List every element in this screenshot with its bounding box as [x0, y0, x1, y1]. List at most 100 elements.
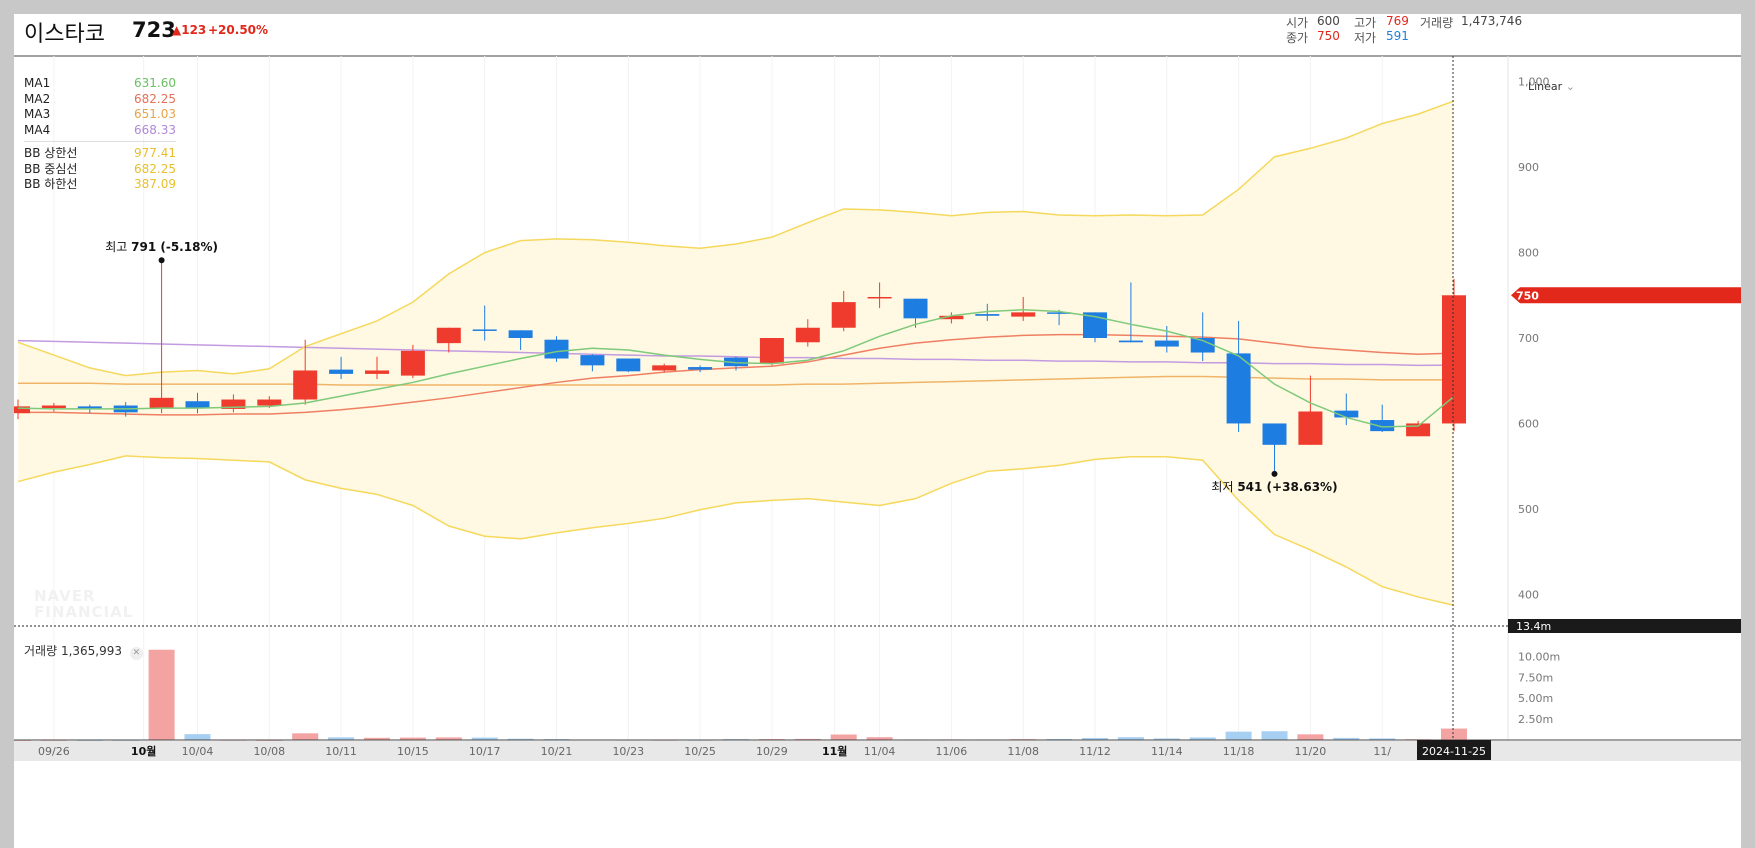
current-price: 723 [132, 18, 176, 42]
candle-body [1154, 340, 1179, 347]
candle-body [257, 399, 282, 406]
volume-value: 1,473,746 [1461, 14, 1523, 28]
open-value: 600 [1317, 14, 1340, 28]
high-marker [158, 257, 165, 264]
scale-mode-dropdown[interactable]: Linear ⌄ [1528, 80, 1575, 93]
close-value: 750 [1317, 29, 1340, 43]
volume-panel-label: 거래량 1,365,993 ✕ [24, 642, 143, 660]
x-tick-label: 09/26 [38, 745, 70, 758]
volume-bar [148, 649, 175, 740]
price-change-pct: +20.50% [208, 23, 269, 37]
candle-body [616, 358, 641, 372]
x-tick-label: 11월 [822, 744, 847, 758]
price-change: ▲123 [172, 23, 207, 37]
legend-ma1: MA1 631.60 [24, 76, 176, 90]
volume-bar [292, 733, 319, 740]
candle-body [400, 350, 425, 376]
candle-body [293, 370, 318, 400]
x-tick-label: 10월 [131, 744, 156, 758]
x-tick-label: 10/17 [469, 745, 501, 758]
legend-bb-upper: BB 상한선 977.41 [24, 146, 176, 160]
candle-body [436, 327, 461, 344]
volume-bar [1261, 731, 1288, 740]
candle-body [795, 327, 820, 343]
volume-bar [830, 734, 857, 740]
y-tick-label: 800 [1518, 247, 1539, 260]
legend-ma3: MA3 651.03 [24, 107, 176, 121]
volume-bar [1441, 728, 1467, 740]
crosshair-date: 2024-11-25 [1422, 745, 1486, 758]
close-label: 종가 [1286, 31, 1309, 45]
high-value: 769 [1386, 14, 1409, 28]
volume-tick-label: 2.50m [1518, 713, 1553, 726]
high-annotation: 최고 791 (-5.18%) [105, 240, 218, 254]
candle-body [329, 369, 354, 374]
volume-tick-label: 5.00m [1518, 692, 1553, 705]
candle-body [365, 370, 389, 374]
candle-body [1262, 423, 1287, 445]
stock-name: 이스타코 [24, 22, 105, 47]
candle-body [688, 367, 713, 370]
candle-body [1298, 411, 1323, 445]
candle-body [759, 338, 784, 364]
candle-body [1118, 340, 1143, 343]
y-tick-label: 900 [1518, 161, 1539, 174]
x-tick-label: 11/ [1373, 745, 1391, 758]
legend-divider [24, 141, 176, 142]
volume-label: 거래량 [1420, 16, 1454, 30]
candle-body [652, 365, 677, 371]
candle-body [149, 397, 174, 409]
candle-body [975, 314, 1000, 316]
x-tick-label: 11/18 [1223, 745, 1255, 758]
candle-body [508, 330, 533, 338]
x-tick-label: 10/29 [756, 745, 788, 758]
x-tick-label: 11/14 [1151, 745, 1183, 758]
x-tick-label: 11/12 [1079, 745, 1111, 758]
y-tick-label: 700 [1518, 332, 1539, 345]
stock-chart[interactable]: 최고 791 (-5.18%)최저 541 (+38.63%)1,0009008… [14, 14, 1741, 848]
x-tick-label: 11/08 [1007, 745, 1039, 758]
volume-max-badge-text: 13.4m [1516, 620, 1551, 633]
candle-body [1226, 353, 1251, 424]
candle-body [1370, 420, 1395, 432]
candle-body [831, 302, 856, 328]
legend-bb-mid: BB 중심선 682.25 [24, 161, 176, 176]
y-tick-label: 400 [1518, 588, 1539, 601]
legend-bb-lower: BB 하한선 387.09 [24, 177, 176, 191]
candle-body [867, 296, 892, 299]
candle-body [903, 298, 928, 319]
x-tick-label: 10/11 [325, 745, 357, 758]
candle-body [14, 406, 30, 414]
volume-bar [1297, 734, 1324, 740]
x-tick-label: 10/23 [612, 745, 644, 758]
chart-window: NAVER FINANCIAL 최고 791 (-5.18%) 최저 541 (+… [14, 14, 1741, 848]
x-tick-label: 11/06 [936, 745, 968, 758]
volume-tick-label: 7.50m [1518, 671, 1553, 684]
legend-ma2: MA2 682.25 [24, 91, 176, 106]
low-label: 저가 [1354, 31, 1377, 45]
x-tick-label: 10/04 [182, 745, 214, 758]
x-tick-label: 10/08 [253, 745, 285, 758]
candle-body [41, 405, 66, 409]
x-tick-label: 11/20 [1295, 745, 1327, 758]
volume-tick-label: 10.00m [1518, 650, 1560, 663]
candle-body [1011, 312, 1036, 317]
y-tick-label: 500 [1518, 503, 1539, 516]
candle-body [185, 401, 210, 409]
volume-bar [1225, 731, 1252, 740]
low-marker [1271, 470, 1278, 477]
chevron-down-icon: ⌄ [1565, 80, 1575, 93]
x-tick-label: 10/15 [397, 745, 429, 758]
low-annotation: 최저 541 (+38.63%) [1211, 480, 1337, 494]
volume-bar [184, 734, 211, 740]
candle-body [544, 339, 569, 359]
x-tick-label: 10/21 [541, 745, 573, 758]
candle-body [472, 329, 497, 331]
x-tick-label: 10/25 [684, 745, 716, 758]
y-tick-label: 600 [1518, 417, 1539, 430]
close-icon[interactable]: ✕ [129, 647, 143, 660]
current-price-badge [1511, 287, 1741, 304]
candle-body [580, 355, 605, 366]
x-tick-label: 11/04 [864, 745, 896, 758]
legend-ma4: MA4 668.33 [24, 122, 176, 137]
